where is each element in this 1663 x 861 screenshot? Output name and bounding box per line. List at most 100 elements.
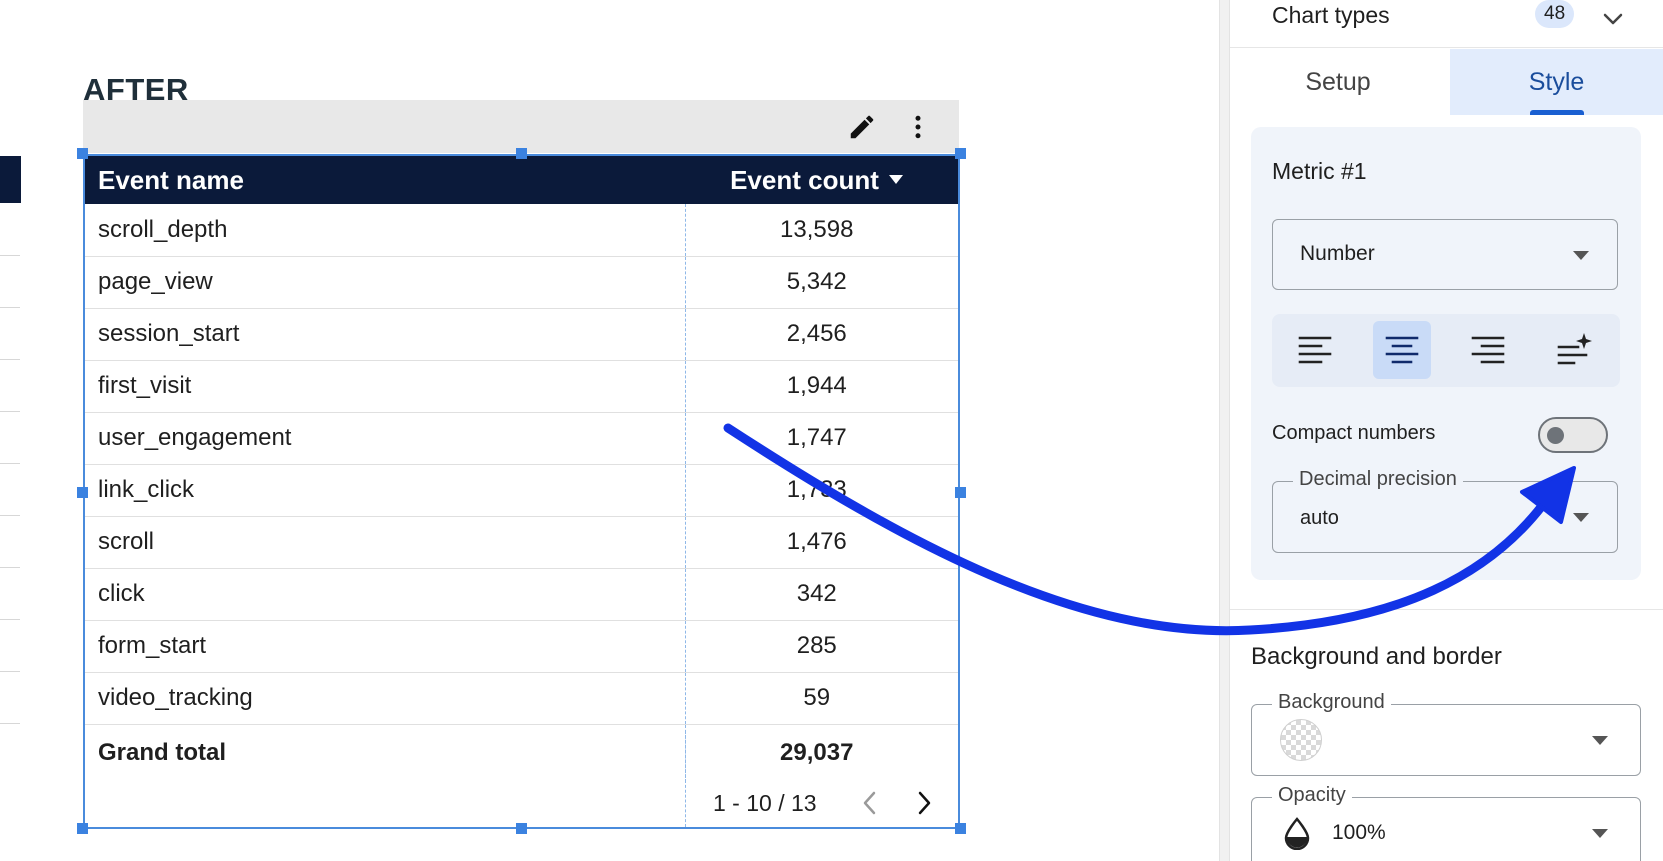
grand-total-row: Grand total 29,037	[85, 724, 958, 782]
grand-total-value: 29,037	[684, 724, 958, 782]
event-name-cell: video_tracking	[85, 672, 685, 725]
align-right-button[interactable]	[1459, 321, 1517, 379]
decimal-precision-label: Decimal precision	[1293, 468, 1463, 491]
toggle-knob	[1547, 427, 1564, 444]
column-header-event-count[interactable]: Event count	[685, 156, 958, 204]
table-row[interactable]: session_start 2,456	[85, 308, 958, 361]
smart-align-button[interactable]	[1546, 321, 1604, 379]
pencil-icon	[850, 115, 874, 139]
event-count-cell: 285	[684, 620, 958, 673]
event-name-cell: link_click	[85, 464, 685, 517]
background-border-title: Background and border	[1251, 643, 1502, 670]
resize-handle-bottom[interactable]	[516, 823, 527, 834]
section-divider	[1230, 609, 1663, 610]
event-count-cell: 13,598	[684, 204, 958, 257]
number-format-value: Number	[1300, 242, 1375, 265]
metric-title: Metric #1	[1272, 158, 1367, 184]
resize-handle-left[interactable]	[77, 487, 88, 498]
tab-setup[interactable]: Setup	[1230, 49, 1446, 115]
table-row[interactable]: first_visit 1,944	[85, 360, 958, 413]
align-left-icon	[1298, 336, 1332, 364]
event-table-grid: Event name Event count scroll_depth 13,59…	[85, 156, 958, 782]
left-edge-divider	[0, 307, 20, 308]
align-left-button[interactable]	[1286, 321, 1344, 379]
chart-toolbar	[83, 100, 959, 153]
chevron-left-icon	[863, 791, 876, 815]
sort-descending-icon	[888, 175, 903, 185]
left-edge-divider	[0, 723, 20, 724]
event-count-cell: 1,747	[684, 412, 958, 465]
chevron-down-icon[interactable]	[1600, 6, 1626, 32]
active-tab-indicator	[1530, 110, 1584, 115]
transparent-swatch	[1280, 719, 1322, 761]
left-edge-divider	[0, 463, 20, 464]
event-count-cell: 342	[684, 568, 958, 621]
resize-handle-bottom-left[interactable]	[77, 823, 88, 834]
table-row[interactable]: scroll 1,476	[85, 516, 958, 569]
left-edge-panel-fragment	[0, 156, 21, 203]
event-name-cell: first_visit	[85, 360, 685, 413]
panel-tabs: Setup Style	[1230, 49, 1663, 115]
event-name-cell: user_engagement	[85, 412, 685, 465]
metric-style-card: Metric #1 Number Compact numbers Decimal	[1251, 127, 1641, 580]
left-edge-divider	[0, 671, 20, 672]
left-edge-divider	[0, 515, 20, 516]
event-name-cell: session_start	[85, 308, 685, 361]
next-page-button[interactable]	[907, 786, 941, 820]
smart-align-icon	[1557, 333, 1592, 365]
number-format-select[interactable]: Number	[1272, 219, 1618, 290]
event-count-cell: 2,456	[684, 308, 958, 361]
table-row[interactable]: page_view 5,342	[85, 256, 958, 309]
decimal-precision-select[interactable]: Decimal precision auto	[1272, 468, 1618, 553]
pagination-range: 1 - 10 / 13	[713, 789, 817, 816]
event-name-cell: scroll	[85, 516, 685, 569]
opacity-select[interactable]: Opacity 100%	[1251, 784, 1641, 861]
compact-numbers-toggle[interactable]	[1538, 417, 1608, 453]
left-edge-divider	[0, 567, 20, 568]
resize-handle-top-right[interactable]	[955, 148, 966, 159]
opacity-label: Opacity	[1272, 784, 1352, 807]
edit-chart-button[interactable]	[845, 110, 879, 144]
resize-handle-right[interactable]	[955, 487, 966, 498]
tab-label: Style	[1528, 67, 1585, 96]
background-color-select[interactable]: Background	[1251, 691, 1641, 776]
tab-style[interactable]: Style	[1450, 49, 1663, 115]
table-row[interactable]: click 342	[85, 568, 958, 621]
table-row[interactable]: user_engagement 1,747	[85, 412, 958, 465]
chart-types-header[interactable]: Chart types 48	[1230, 0, 1663, 48]
opacity-drop-icon	[1284, 817, 1310, 850]
dropdown-caret-icon	[1592, 829, 1608, 838]
pagination: 1 - 10 / 13	[713, 786, 941, 820]
table-row[interactable]: link_click 1,733	[85, 464, 958, 517]
column-header-label: Event count	[730, 164, 879, 195]
table-header-row: Event name Event count	[85, 156, 958, 204]
left-edge-divider	[0, 411, 20, 412]
background-label: Background	[1272, 691, 1391, 714]
tab-label: Setup	[1305, 67, 1371, 96]
resize-handle-top[interactable]	[516, 148, 527, 159]
table-row[interactable]: scroll_depth 13,598	[85, 204, 958, 257]
event-count-cell: 1,476	[684, 516, 958, 569]
event-table[interactable]: Event name Event count scroll_depth 13,59…	[83, 154, 960, 829]
dropdown-caret-icon	[1592, 736, 1608, 745]
grand-total-label: Grand total	[98, 739, 227, 767]
more-options-button[interactable]	[901, 110, 935, 144]
column-header-event-name[interactable]: Event name	[85, 156, 685, 204]
resize-handle-bottom-right[interactable]	[955, 823, 966, 834]
left-edge-divider	[0, 359, 20, 360]
event-name-cell: scroll_depth	[85, 204, 685, 257]
align-center-icon	[1385, 336, 1419, 364]
align-center-button[interactable]	[1373, 321, 1431, 379]
table-row[interactable]: video_tracking 59	[85, 672, 958, 725]
chart-types-count-badge: 48	[1535, 0, 1575, 28]
resize-handle-top-left[interactable]	[77, 148, 88, 159]
properties-panel: Chart types 48 Setup Style Metric #1 Num…	[1230, 0, 1663, 861]
left-edge-divider	[0, 619, 20, 620]
event-count-cell: 5,342	[684, 256, 958, 309]
more-vertical-icon	[915, 115, 921, 139]
panel-resize-bar[interactable]	[1219, 0, 1230, 861]
event-name-cell: form_start	[85, 620, 685, 673]
event-count-cell: 1,944	[684, 360, 958, 413]
previous-page-button[interactable]	[853, 786, 887, 820]
table-row[interactable]: form_start 285	[85, 620, 958, 673]
